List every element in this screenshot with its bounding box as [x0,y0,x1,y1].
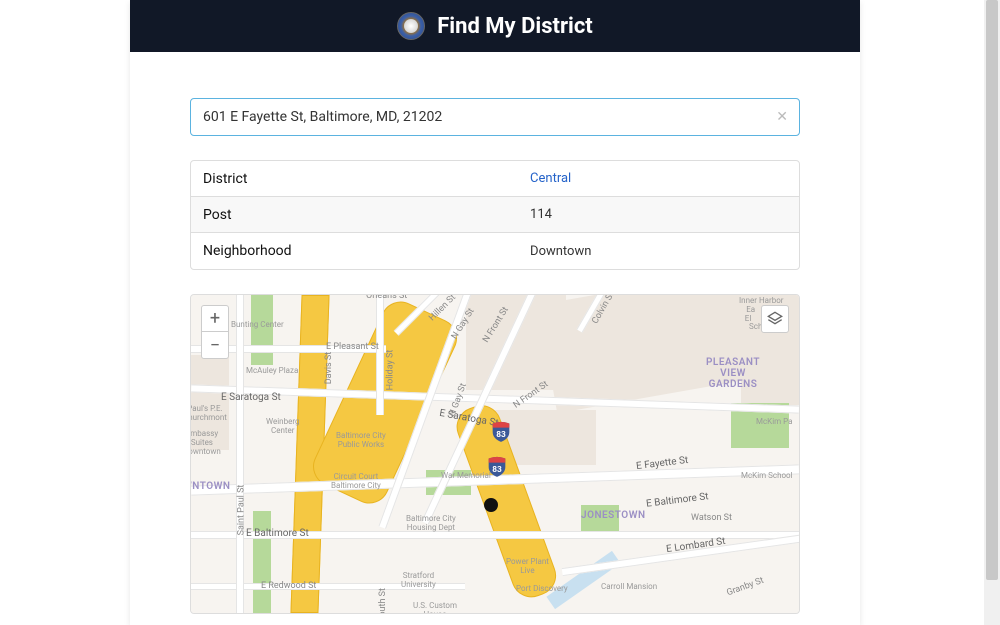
row-label: Neighborhood [203,243,530,259]
page-title: Find My District [437,14,593,39]
app-header: Find My District [130,0,860,52]
poi-label: Baltimore City Public Works [336,432,386,450]
poi-label: Carroll Mansion [601,583,657,592]
poi-label: War Memorial [441,472,491,481]
poi-label: Embassy Suites Downtown [190,430,221,456]
road-label: E Baltimore St [646,491,710,510]
road-label: E Baltimore St [246,528,309,539]
district-link[interactable]: Central [530,171,787,186]
search-container: ✕ [190,98,800,136]
row-value: 114 [530,207,787,222]
poi-label: McAuley Plaza [246,367,298,376]
location-marker-icon [484,498,498,512]
row-value: Downtown [530,244,787,259]
road-label: Holiday St [385,350,395,391]
zoom-out-button[interactable]: − [202,332,228,358]
results-table: District Central Post 114 Neighborhood D… [190,160,800,270]
poi-label: Power Plant Live [506,558,549,576]
interstate-shield-icon: 83 [491,420,511,442]
poi-label: Port Discovery [516,585,568,594]
svg-text:83: 83 [492,465,502,475]
poi-label: Baltimore City Housing Dept [406,515,456,533]
neighborhood-label: JONESTOWN [581,510,646,521]
scrollbar-thumb[interactable] [986,0,998,580]
clear-icon[interactable]: ✕ [776,109,788,125]
road-label: E Saratoga St [221,392,281,403]
scrollbar[interactable] [984,0,1000,625]
poi-label: Circuit Court Baltimore City [331,473,381,491]
poi-label: Stratford University [401,572,436,590]
poi-label: Weinberg Center [266,418,299,436]
map-container[interactable]: E Pleasant St E Saratoga St E Saratoga S… [190,294,800,614]
result-row-neighborhood: Neighborhood Downtown [191,233,799,269]
city-seal-icon [397,12,425,40]
layers-button[interactable] [761,305,789,333]
result-row-post: Post 114 [191,197,799,233]
poi-label: McKim School [741,472,793,481]
poi-label: Bunting Center [231,321,284,330]
road-label: Watson St [691,513,732,523]
neighborhood-label: PLEASANT VIEW GARDENS [706,357,760,390]
row-label: Post [203,207,530,223]
road-label: Davis St [324,352,334,384]
map-canvas[interactable]: E Pleasant St E Saratoga St E Saratoga S… [191,295,799,613]
road-label: Saint Paul St [236,485,246,536]
road-label: Granby St [725,576,765,599]
road-label: E Pleasant St [326,342,379,352]
poi-label: McKim Pa [756,418,793,427]
poi-label: Paul's P.E. Churchmont [190,405,227,423]
result-row-district: District Central [191,161,799,197]
zoom-controls: + − [201,305,229,359]
road-label: E Redwood St [261,581,316,591]
poi-label: U.S. Custom House [413,602,457,614]
zoom-in-button[interactable]: + [202,306,228,332]
svg-text:83: 83 [496,430,506,440]
road-label: Orleans St [366,294,407,301]
interstate-shield-icon: 83 [487,455,507,477]
layers-icon [767,311,783,327]
address-input[interactable] [190,98,800,136]
neighborhood-label: WNTOWN [190,481,230,492]
road-label: South St [378,588,388,614]
row-label: District [203,171,530,187]
